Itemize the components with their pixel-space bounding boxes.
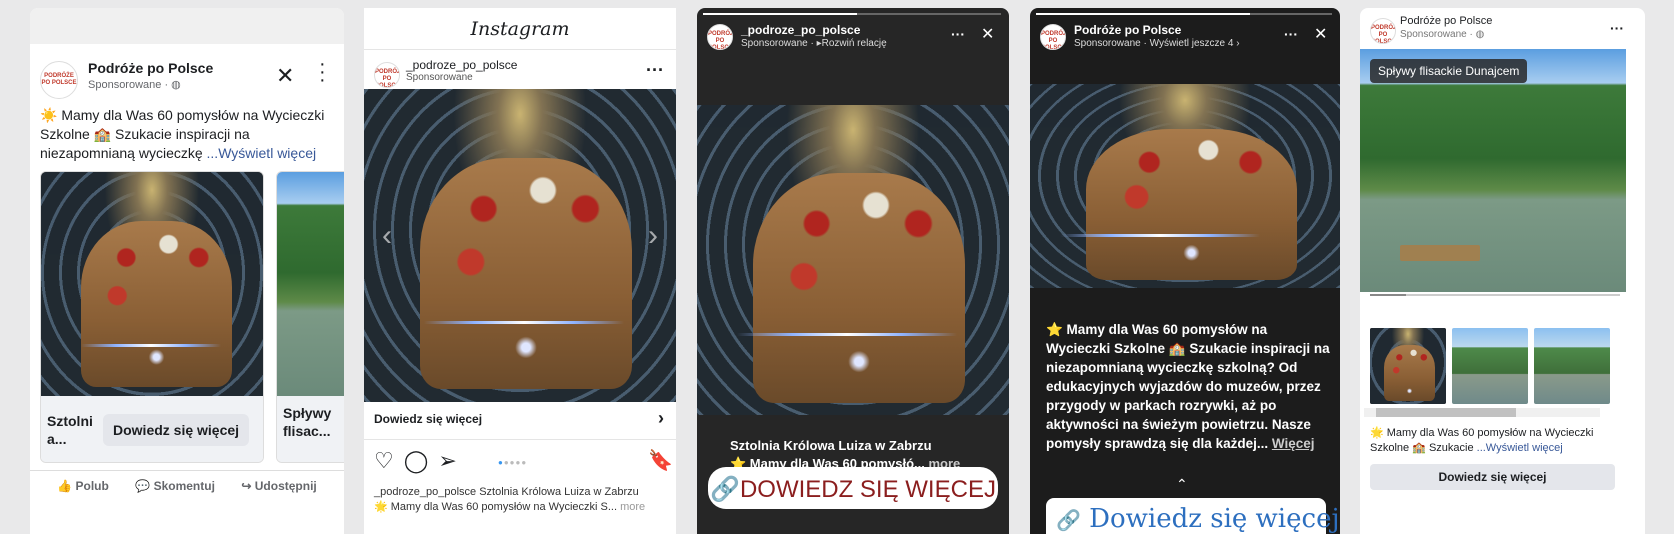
comment-icon: 💬 bbox=[135, 479, 151, 493]
more-options-icon[interactable]: ··· bbox=[1284, 26, 1298, 42]
heart-icon[interactable]: ♡ bbox=[374, 448, 394, 474]
see-more-link[interactable]: ...Wyświetl więcej bbox=[1477, 442, 1563, 454]
carousel-dots: ●●●●● bbox=[498, 458, 528, 467]
sponsored-label: Sponsorowane · Wyświetl jeszcze 4 › bbox=[1074, 38, 1240, 49]
share-button[interactable]: ↪ Udostępnij bbox=[241, 479, 316, 493]
globe-icon: ◍ bbox=[171, 79, 181, 91]
chevron-right-icon: › bbox=[658, 408, 664, 428]
story-progress-track bbox=[1250, 13, 1332, 15]
raft bbox=[1400, 245, 1480, 261]
comment-icon[interactable]: ◯ bbox=[404, 448, 429, 474]
sponsored-label: Sponsorowane · ◍ bbox=[1400, 29, 1485, 40]
thumbnail-2[interactable] bbox=[1452, 328, 1528, 404]
mine-tunnel-image bbox=[41, 172, 263, 396]
story-progress-bar bbox=[1036, 13, 1250, 15]
chevron-up-icon[interactable]: ⌃ bbox=[1176, 476, 1188, 493]
chevron-right-icon: › bbox=[1236, 38, 1240, 49]
fb-story-preview: PODRÓŻE PO POLSCE Podróże po Polsce Spon… bbox=[1030, 8, 1340, 534]
more-link[interactable]: Więcej bbox=[1272, 436, 1315, 451]
more-options-icon[interactable]: ··· bbox=[319, 54, 326, 90]
see-more-link[interactable]: ...Wyświetl więcej bbox=[207, 145, 317, 161]
cta-bar[interactable]: Dowiedz się więcej › bbox=[364, 402, 676, 440]
account-avatar[interactable]: PODRÓŻE PO POLSCE bbox=[707, 24, 733, 50]
story-progress-track bbox=[857, 13, 1001, 15]
send-icon[interactable]: ➢ bbox=[438, 448, 456, 474]
story-image bbox=[697, 105, 1009, 415]
post-image: ‹ › bbox=[364, 89, 676, 402]
chevron-left-icon[interactable]: ‹ bbox=[382, 219, 392, 253]
more-link[interactable]: more bbox=[620, 501, 645, 513]
post-text: 🌟 Mamy dla Was 60 pomysłów na Wycieczki … bbox=[1370, 427, 1594, 454]
ig-story-preview: PODRÓŻE PO POLSCE _podroze_po_polsce Spo… bbox=[697, 8, 1009, 534]
story-title: Sztolnia Królowa Luiza w Zabrzu bbox=[730, 438, 932, 453]
globe-icon: ◍ bbox=[1475, 29, 1485, 40]
card-title: Sztolni a... bbox=[47, 413, 93, 447]
status-bar bbox=[30, 8, 344, 44]
bookmark-icon[interactable]: 🔖 bbox=[648, 448, 673, 473]
more-options-icon[interactable]: ··· bbox=[646, 60, 664, 81]
page-name[interactable]: Podróże po Polsce bbox=[88, 60, 213, 76]
action-icons: ♡ ◯ ➢ bbox=[374, 448, 457, 474]
more-options-icon[interactable]: ··· bbox=[951, 26, 965, 42]
sponsored-label: Sponsorowane · ▸Rozwiń relację bbox=[741, 38, 887, 49]
thumbnail-1[interactable] bbox=[1370, 328, 1446, 404]
story-progress-bar bbox=[703, 13, 857, 15]
river-image bbox=[277, 172, 344, 396]
learn-more-button[interactable]: 🔗 Dowiedz się więcej bbox=[1046, 498, 1340, 534]
more-options-icon[interactable]: ··· bbox=[1610, 20, 1624, 36]
close-icon[interactable]: ✕ bbox=[981, 24, 994, 44]
page-logo: PODRÓŻE PO POLSCE bbox=[1370, 18, 1396, 44]
link-icon: 🔗 bbox=[710, 476, 740, 503]
river-image bbox=[1360, 49, 1626, 292]
carousel-card-2[interactable]: Spływy flisac... bbox=[276, 171, 344, 463]
caption: _podroze_po_polsce Sztolnia Królowa Luiz… bbox=[374, 486, 646, 513]
carousel-indicator bbox=[1370, 294, 1620, 296]
account-name[interactable]: _podroze_po_polsce bbox=[741, 23, 860, 37]
like-button[interactable]: 👍 Polub bbox=[57, 479, 109, 493]
page-name[interactable]: Podróże po Polsce bbox=[1074, 23, 1181, 37]
account-name[interactable]: _podroze_po_polsce bbox=[406, 58, 517, 72]
page-logo: PODRÓŻE PO POLSCE bbox=[40, 61, 78, 99]
page-name[interactable]: Podróże po Polsce bbox=[1400, 15, 1492, 27]
action-bar: 👍 Polub 💬 Skomentuj ↪ Udostępnij bbox=[30, 470, 344, 501]
learn-more-button[interactable]: Dowiedz się więcej bbox=[103, 414, 250, 446]
sponsored-label: Sponsorowane bbox=[406, 72, 473, 83]
link-icon: 🔗 bbox=[1056, 508, 1081, 532]
fb-marketplace-preview: PODRÓŻE PO POLSCE Podróże po Polsce Spon… bbox=[1360, 8, 1645, 534]
sponsored-label: Sponsorowane · ◍ bbox=[88, 79, 181, 91]
close-icon[interactable]: ✕ bbox=[1314, 24, 1327, 44]
close-icon[interactable]: ✕ bbox=[276, 63, 294, 89]
ig-feed-preview: Instagram PODRÓŻE PO POLSCE _podroze_po_… bbox=[364, 8, 676, 534]
thumbs-up-icon: 👍 bbox=[57, 479, 73, 493]
horizontal-scrollbar[interactable] bbox=[1364, 408, 1600, 417]
share-icon: ↪ bbox=[241, 479, 252, 493]
learn-more-button[interactable]: 🔗DOWIEDZ SIĘ WIĘCEJ bbox=[708, 467, 998, 509]
story-image bbox=[1030, 84, 1340, 288]
image-badge: Spływy flisackie Dunajcem bbox=[1370, 59, 1528, 83]
learn-more-button[interactable]: Dowiedz się więcej bbox=[1370, 464, 1615, 490]
fb-feed-preview: PODRÓŻE PO POLSCE Podróże po Polsce Spon… bbox=[30, 8, 344, 534]
page-logo[interactable]: PODRÓŻE PO POLSCE bbox=[1040, 24, 1066, 50]
story-text: ⭐ Mamy dla Was 60 pomysłów na Wycieczki … bbox=[1046, 322, 1330, 451]
account-avatar[interactable]: PODRÓŻE PO POLSCE bbox=[374, 62, 400, 88]
card-title: Spływy flisac... bbox=[277, 396, 344, 462]
thumbnail-3[interactable] bbox=[1534, 328, 1610, 404]
chevron-right-icon[interactable]: › bbox=[648, 219, 658, 253]
carousel-card-1[interactable]: Sztolni a... Dowiedz się więcej bbox=[40, 171, 264, 463]
comment-button[interactable]: 💬 Skomentuj bbox=[135, 479, 215, 493]
post-text: ☀️ Mamy dla Was 60 pomysłów na Wycieczki… bbox=[40, 107, 325, 161]
app-title: Instagram bbox=[364, 8, 676, 50]
